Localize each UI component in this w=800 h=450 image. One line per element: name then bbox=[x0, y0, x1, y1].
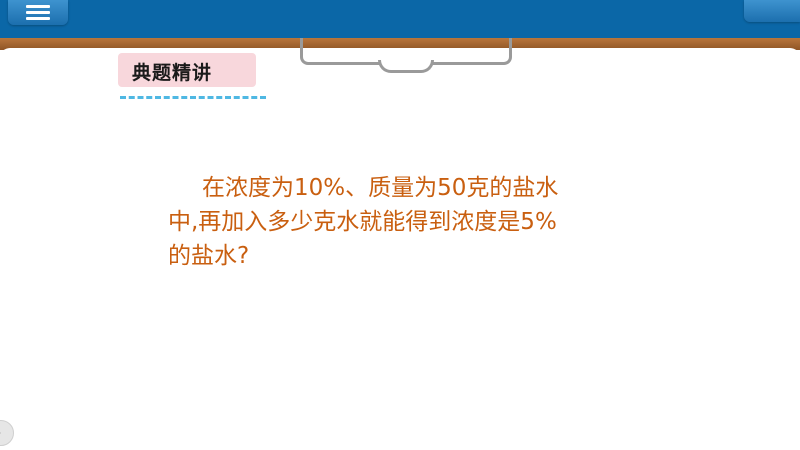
question-line-3: 的盐水? bbox=[168, 243, 250, 269]
question-line-1: 在浓度为10%、质量为50克的盐水 bbox=[202, 175, 559, 201]
section-underline bbox=[120, 96, 266, 99]
hamburger-menu-icon bbox=[26, 4, 50, 20]
section-title: 典题精讲 bbox=[132, 62, 213, 84]
top-right-button[interactable] bbox=[744, 0, 800, 22]
section-tag: 典题精讲 bbox=[118, 53, 256, 87]
top-bar bbox=[0, 0, 800, 41]
lesson-page: 典题精讲 在浓度为10%、质量为50克的盐水 中,再加入多少克水就能得到浓度是5… bbox=[0, 0, 800, 450]
board-clip-tab bbox=[378, 60, 434, 73]
menu-button[interactable] bbox=[8, 0, 68, 25]
question-text: 在浓度为10%、质量为50克的盐水 中,再加入多少克水就能得到浓度是5% 的盐水… bbox=[168, 171, 648, 273]
question-line-2: 中,再加入多少克水就能得到浓度是5% bbox=[168, 209, 557, 235]
chevron-right-icon bbox=[0, 427, 1, 439]
